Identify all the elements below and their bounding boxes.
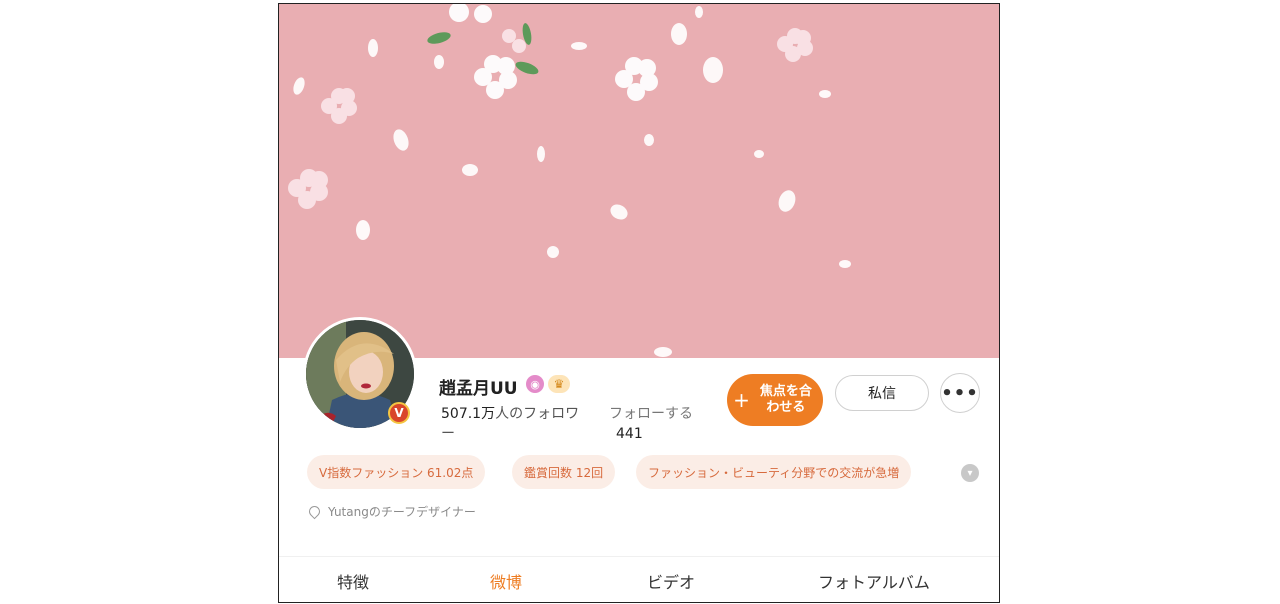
following-label[interactable]: フォローする	[609, 404, 693, 424]
cover-banner	[279, 4, 999, 358]
tab-weibo[interactable]: 微博	[490, 569, 522, 593]
profile-tabs: 特徴 微博 ビデオ フォトアルバム	[279, 556, 999, 602]
verified-badge: V	[388, 402, 410, 424]
name-badges: ◉ ♛	[526, 375, 570, 393]
profile-info-section: V 趙孟月UU ◉ ♛ 507.1万人のフォロワー フォローする 441 + 焦…	[279, 317, 999, 602]
followers-stat[interactable]: 507.1万人のフォロワー	[441, 404, 591, 444]
tab-features[interactable]: 特徴	[337, 569, 369, 593]
message-button[interactable]: 私信	[835, 375, 929, 411]
tab-video[interactable]: ビデオ	[647, 569, 695, 593]
tag-interaction[interactable]: ファッション・ビューティ分野での交流が急増	[636, 455, 912, 489]
profile-name: 趙孟月UU	[439, 379, 518, 399]
follow-button[interactable]: + 焦点を合わせる	[727, 374, 823, 426]
purple-circle-icon[interactable]: ◉	[526, 375, 544, 393]
ellipsis-icon[interactable]: •••	[940, 373, 980, 413]
bio-line: Yutangのチーフデザイナー	[306, 503, 476, 520]
chevron-down-icon[interactable]: ▾	[961, 464, 979, 482]
follow-button-label: 焦点を合わせる	[759, 384, 812, 415]
plus-icon: +	[733, 388, 750, 412]
crown-icon[interactable]: ♛	[548, 375, 570, 393]
tag-v-index[interactable]: V指数ファッション 61.02点	[307, 455, 486, 489]
location-pin-icon	[306, 503, 323, 520]
profile-card: V 趙孟月UU ◉ ♛ 507.1万人のフォロワー フォローする 441 + 焦…	[278, 3, 1000, 603]
tab-photo-album[interactable]: フォトアルバム	[818, 569, 930, 593]
following-count[interactable]: 441	[616, 426, 643, 442]
bio-text: Yutangのチーフデザイナー	[328, 505, 476, 519]
v-badge-icon: V	[394, 406, 404, 420]
sakura-petals-illustration	[288, 4, 851, 357]
tag-view-count[interactable]: 鑑賞回数 12回	[512, 455, 616, 489]
followers-count: 507.1万	[441, 406, 496, 422]
